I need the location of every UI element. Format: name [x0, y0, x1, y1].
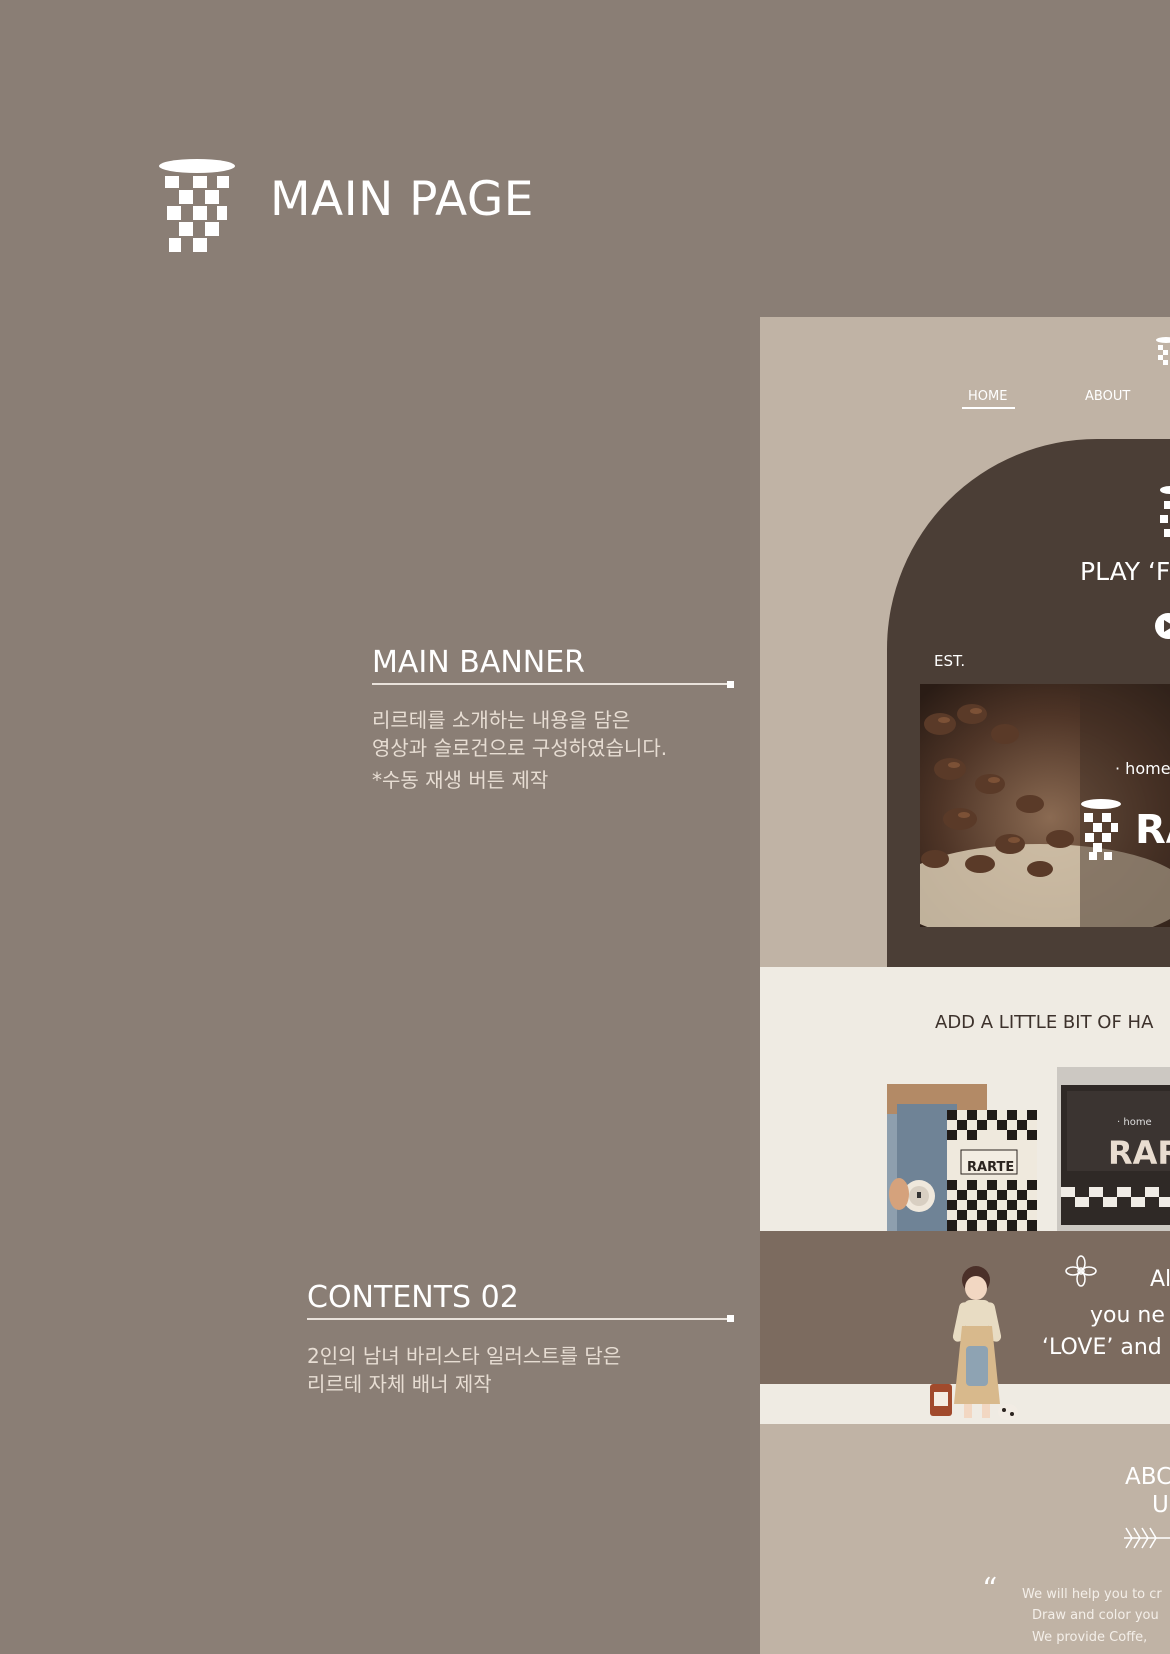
photo-caption: · home [1115, 759, 1170, 778]
about-quote-line: We will help you to cr [1022, 1587, 1162, 1602]
annotation-text: 리르테를 소개하는 내용을 담은 [372, 708, 631, 732]
banner-slogan: PLAY ‘F [1080, 557, 1170, 586]
annotation-text: 2인의 남녀 바리스타 일러스트를 담은 [307, 1344, 622, 1368]
nav-about-link[interactable]: ABOUT [1085, 389, 1130, 404]
annotation-divider [372, 683, 728, 685]
banner-copy-line: Al [1150, 1267, 1170, 1292]
barista-illustration [930, 1266, 1018, 1420]
cup-logo-icon [1081, 799, 1121, 860]
annotation-divider [307, 1318, 727, 1320]
flower-icon [1065, 1255, 1097, 1287]
annotation-connector-dot [727, 681, 734, 688]
coffee-beans-video[interactable] [920, 684, 1170, 927]
nav-home-link[interactable]: HOME [968, 389, 1007, 404]
annotation-note: *수동 재생 버튼 제작 [372, 768, 549, 792]
about-heading: ABC [1125, 1464, 1170, 1490]
leaf-branch-icon [1124, 1527, 1170, 1549]
page-title: MAIN PAGE [270, 172, 534, 227]
cup-logo-icon [159, 159, 235, 254]
annotation-connector-dot [727, 1315, 734, 1322]
brand-wordmark: RA [1135, 807, 1170, 853]
banner-copy-line: you ne [1090, 1303, 1165, 1328]
annotation-title-main-banner: MAIN BANNER [372, 645, 586, 680]
about-quote-line: We provide Coffe, [1032, 1630, 1148, 1645]
about-heading: U [1152, 1492, 1169, 1518]
cup-logo-icon [1156, 337, 1170, 365]
banner-copy-line: ‘LOVE’ and [1042, 1335, 1162, 1360]
storefront-sign: RAR [1108, 1134, 1170, 1172]
cup-logo-icon [1160, 486, 1170, 537]
annotation-text: 영상과 슬로건으로 구성하였습니다. [372, 736, 668, 760]
website-mockup: HOME ABOUT PLAY ‘F EST. · home R ADD A L… [760, 317, 1170, 1654]
nav-active-underline [962, 407, 1015, 409]
annotation-text: 리르테 자체 배너 제작 [307, 1372, 492, 1396]
bag-brand-label: RARTE [967, 1160, 1015, 1175]
quote-mark-icon: “ [982, 1572, 998, 1607]
gallery-heading: ADD A LITTLE BIT OF HA [935, 1012, 1154, 1033]
coffee-beans-photo [920, 684, 1170, 927]
play-icon[interactable] [1164, 620, 1170, 632]
est-label: EST. [934, 652, 966, 670]
about-quote-line: Draw and color you [1032, 1608, 1159, 1623]
annotation-title-contents-02: CONTENTS 02 [307, 1280, 519, 1315]
storefront-caption: · home [1117, 1117, 1152, 1128]
